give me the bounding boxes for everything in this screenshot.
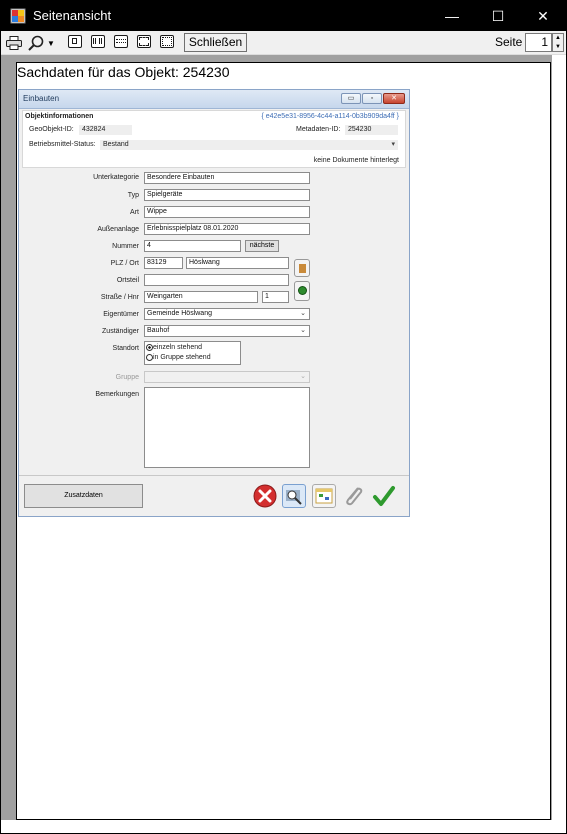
spin-down-icon[interactable]: ▼ <box>553 43 563 52</box>
standort-option-einzeln: einzeln stehend <box>146 344 202 351</box>
zustaendiger-value: Bauhof <box>147 327 170 334</box>
eigentuemer-dropdown: Gemeinde Höslwang ⌄ <box>144 308 310 320</box>
dialog-maximize-button: ▫ <box>362 93 382 104</box>
dialog-title-bar: Einbauten ▭ ▫ ✕ <box>19 90 409 109</box>
standort-option-einzeln-label: einzeln stehend <box>153 344 203 351</box>
toolbar: ▼ Schließen Seite 1 ▲ ▼ <box>1 31 566 55</box>
footer-divider <box>19 475 409 476</box>
page-heading: Sachdaten für das Objekt: 254230 <box>17 64 230 80</box>
red-x-icon <box>253 484 277 508</box>
eigentuemer-value: Gemeinde Höslwang <box>147 310 212 317</box>
documents-status: keine Dokumente hinterlegt <box>313 157 399 164</box>
metadata-id-value: 254230 <box>345 125 398 135</box>
label-zustaendiger: Zuständiger <box>102 328 139 335</box>
label-nummer: Nummer <box>112 243 139 250</box>
spin-up-icon[interactable]: ▲ <box>553 34 563 43</box>
gruppe-dropdown: ⌄ <box>144 371 310 383</box>
preview-bottom-margin <box>1 820 566 833</box>
one-page-button[interactable] <box>68 35 82 48</box>
table-icon <box>312 484 336 508</box>
standort-option-gruppe-label: in Gruppe stehend <box>153 354 211 361</box>
hausnummer-field: 1 <box>262 291 289 303</box>
label-art: Art <box>130 209 139 216</box>
page-label: Seite <box>495 35 523 49</box>
three-pages-button[interactable] <box>114 35 128 48</box>
label-standort: Standort <box>112 345 139 352</box>
two-pages-button[interactable] <box>91 35 105 48</box>
chevron-down-icon: ▾ <box>391 141 395 148</box>
six-pages-button[interactable] <box>160 35 174 48</box>
green-check-icon <box>372 484 396 508</box>
geoobject-id-value: 432824 <box>79 125 132 135</box>
label-strasse-hnr: Straße / Hnr <box>100 294 139 301</box>
six-pages-icon <box>162 37 172 46</box>
minimize-button[interactable]: — <box>429 1 475 31</box>
nummer-field: 4 <box>144 240 241 252</box>
status-value: Bestand <box>103 141 129 148</box>
magnifier-icon <box>28 35 44 51</box>
label-bemerkungen: Bemerkungen <box>95 391 139 398</box>
zoom-button[interactable] <box>26 34 46 52</box>
aussenanlage-field: Erlebnisspielplatz 08.01.2020 <box>144 223 310 235</box>
book-icon <box>294 259 310 277</box>
radio-unselected-icon <box>146 354 153 361</box>
label-gruppe: Gruppe <box>115 374 139 381</box>
dialog-title: Einbauten <box>23 94 60 103</box>
one-page-icon <box>72 38 77 44</box>
label-typ: Typ <box>127 192 139 199</box>
metadata-id-label: Metadaten-ID: <box>296 126 341 133</box>
print-button[interactable] <box>5 34 23 52</box>
map-search-icon <box>282 484 306 508</box>
bemerkungen-textarea <box>144 387 310 468</box>
window-title: Seitenansicht <box>33 8 112 23</box>
object-info-panel: Objektinformationen { e42e5e31-8956-4c44… <box>22 110 406 168</box>
close-window-button[interactable]: ✕ <box>520 1 566 31</box>
dialog-minimize-button: ▭ <box>341 93 361 104</box>
status-dropdown: Bestand ▾ <box>100 140 398 150</box>
four-pages-button[interactable] <box>137 35 151 48</box>
printer-icon <box>6 36 22 50</box>
standort-option-gruppe: in Gruppe stehend <box>146 354 211 361</box>
preview-right-margin <box>552 55 566 833</box>
four-pages-icon <box>139 37 149 46</box>
radio-selected-icon <box>146 344 153 351</box>
typ-field: Spielgeräte <box>144 189 310 201</box>
chevron-down-icon: ⌄ <box>300 373 306 380</box>
app-icon <box>10 8 26 24</box>
zusatzdaten-button: Zusatzdaten <box>24 484 143 508</box>
einbauten-dialog-snapshot: Einbauten ▭ ▫ ✕ Objektinformationen { e4… <box>18 89 410 517</box>
zoom-dropdown-arrow[interactable]: ▼ <box>46 34 56 52</box>
info-section-title: Objektinformationen <box>25 113 94 120</box>
chevron-down-icon: ⌄ <box>300 310 306 317</box>
geoobject-id-label: GeoObjekt-ID: <box>29 126 74 133</box>
print-preview-window: Seitenansicht — ☐ ✕ ▼ Schließen Seite 1 … <box>0 0 567 834</box>
plz-field: 83129 <box>144 257 183 269</box>
object-guid: { e42e5e31-8956-4c44-a114-0b3b909da4ff } <box>261 113 399 120</box>
art-field: Wippe <box>144 206 310 218</box>
maximize-button[interactable]: ☐ <box>475 1 521 31</box>
close-preview-button[interactable]: Schließen <box>184 33 247 52</box>
label-plz-ort: PLZ / Ort <box>110 260 139 267</box>
paperclip-icon <box>342 484 366 508</box>
naechste-button: nächste <box>245 240 279 252</box>
dialog-close-button: ✕ <box>383 93 405 104</box>
status-label: Betriebsmittel-Status: <box>29 141 96 148</box>
page-number-input[interactable]: 1 <box>525 33 552 52</box>
label-aussenanlage: Außenanlage <box>97 226 139 233</box>
label-eigentuemer: Eigentümer <box>103 311 139 318</box>
standort-group: einzeln stehend in Gruppe stehend <box>144 341 241 365</box>
zustaendiger-dropdown: Bauhof ⌄ <box>144 325 310 337</box>
label-ortsteil: Ortsteil <box>116 277 139 284</box>
strasse-field: Weingarten <box>144 291 258 303</box>
page-spinner[interactable]: ▲ ▼ <box>552 33 564 52</box>
ortsteil-field <box>144 274 289 286</box>
chevron-down-icon: ⌄ <box>300 327 306 334</box>
three-pages-icon <box>116 39 126 43</box>
ort-field: Höslwang <box>186 257 289 269</box>
title-bar: Seitenansicht — ☐ ✕ <box>1 1 566 31</box>
location-icon <box>294 281 310 301</box>
label-unterkategorie: Unterkategorie <box>93 174 139 181</box>
two-pages-icon <box>93 38 102 44</box>
unterkategorie-field: Besondere Einbauten <box>144 172 310 184</box>
